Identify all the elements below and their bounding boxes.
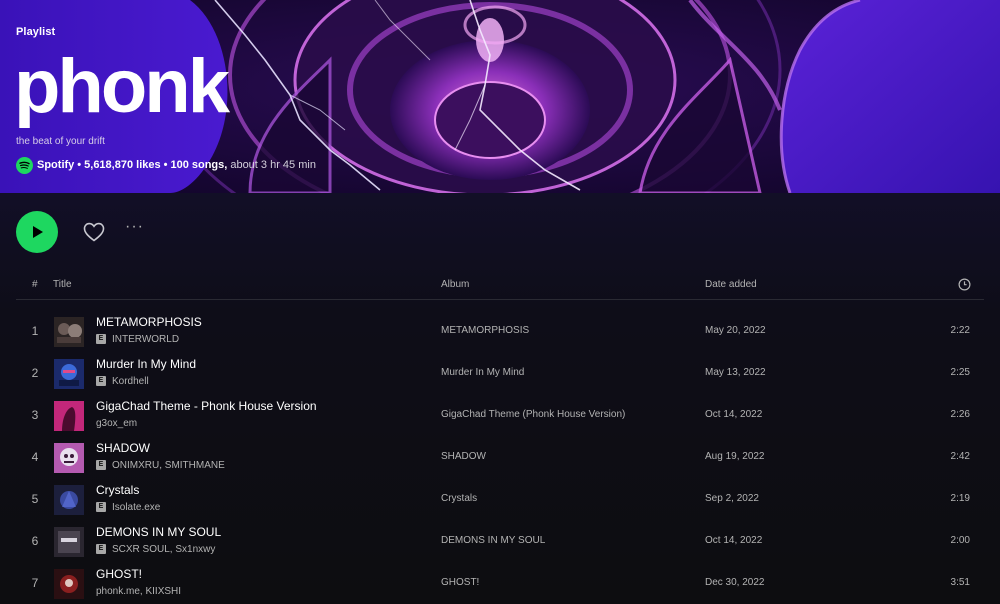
track-artist-line: phonk.me, KIIXSHI bbox=[96, 584, 181, 598]
track-number: 5 bbox=[31, 492, 39, 506]
track-duration: 2:42 bbox=[950, 451, 970, 462]
track-duration: 2:00 bbox=[950, 535, 970, 546]
playlist-duration: about 3 hr 45 min bbox=[230, 159, 316, 171]
track-cover-art bbox=[54, 401, 84, 431]
column-header-album[interactable]: Album bbox=[441, 279, 469, 290]
meta-separator: • bbox=[77, 159, 82, 171]
playlist-page: Playlist phonk the beat of your drift Sp… bbox=[0, 0, 1000, 604]
more-options-button[interactable]: ··· bbox=[125, 219, 147, 242]
tracklist-header: # Title Album Date added bbox=[16, 273, 984, 300]
track-album[interactable]: Crystals bbox=[441, 493, 477, 504]
track-row[interactable]: 4 SHADOW E ONIMXRU, SMITHMANE SHADOW Aug… bbox=[16, 437, 984, 479]
playlist-song-count: 100 songs, bbox=[170, 159, 228, 171]
track-album[interactable]: Murder In My Mind bbox=[441, 367, 524, 378]
track-title[interactable]: DEMONS IN MY SOUL bbox=[96, 525, 221, 539]
track-album[interactable]: GHOST! bbox=[441, 577, 479, 588]
track-row[interactable]: 1 METAMORPHOSIS E INTERWORLD METAMORPHOS… bbox=[16, 311, 984, 353]
track-row[interactable]: 7 GHOST! phonk.me, KIIXSHI GHOST! Dec 30… bbox=[16, 563, 984, 604]
track-date-added: May 20, 2022 bbox=[705, 325, 766, 336]
track-artist[interactable]: SCXR SOUL, Sx1nxwy bbox=[112, 544, 215, 555]
like-button[interactable] bbox=[82, 220, 106, 244]
playlist-likes: 5,618,870 likes bbox=[84, 159, 161, 171]
column-header-duration[interactable] bbox=[958, 278, 971, 294]
track-title[interactable]: METAMORPHOSIS bbox=[96, 315, 202, 329]
column-header-date-added[interactable]: Date added bbox=[705, 279, 757, 290]
track-row[interactable]: 5 Crystals E Isolate.exe Crystals Sep 2,… bbox=[16, 479, 984, 521]
explicit-badge: E bbox=[96, 544, 106, 554]
track-album[interactable]: SHADOW bbox=[441, 451, 486, 462]
track-date-added: Oct 14, 2022 bbox=[705, 535, 763, 546]
playlist-header: Playlist phonk the beat of your drift Sp… bbox=[0, 0, 1000, 193]
track-date-added: Dec 30, 2022 bbox=[705, 577, 765, 588]
track-artist[interactable]: INTERWORLD bbox=[112, 334, 179, 345]
playlist-meta: Spotify • 5,618,870 likes • 100 songs, a… bbox=[16, 156, 316, 174]
track-number: 3 bbox=[31, 408, 39, 422]
track-duration: 3:51 bbox=[950, 577, 970, 588]
clock-icon bbox=[958, 278, 971, 291]
track-number: 1 bbox=[31, 324, 39, 338]
explicit-badge: E bbox=[96, 376, 106, 386]
track-date-added: Aug 19, 2022 bbox=[705, 451, 765, 462]
track-cover-art bbox=[54, 359, 84, 389]
track-duration: 2:25 bbox=[950, 367, 970, 378]
track-title[interactable]: Murder In My Mind bbox=[96, 357, 196, 371]
track-artist-line: E SCXR SOUL, Sx1nxwy bbox=[96, 542, 215, 556]
track-artist-line: g3ox_em bbox=[96, 416, 137, 430]
explicit-badge: E bbox=[96, 334, 106, 344]
track-date-added: May 13, 2022 bbox=[705, 367, 766, 378]
column-header-number: # bbox=[32, 279, 38, 290]
track-artist-line: E ONIMXRU, SMITHMANE bbox=[96, 458, 225, 472]
heart-icon bbox=[83, 222, 105, 242]
explicit-badge: E bbox=[96, 460, 106, 470]
track-album[interactable]: GigaChad Theme (Phonk House Version) bbox=[441, 409, 625, 420]
spotify-logo-icon bbox=[16, 156, 33, 174]
track-cover-art bbox=[54, 569, 84, 599]
playlist-info: Playlist phonk the beat of your drift Sp… bbox=[14, 0, 436, 193]
playlist-owner-link[interactable]: Spotify bbox=[37, 159, 74, 171]
track-artist-line: E INTERWORLD bbox=[96, 332, 179, 346]
playlist-type-label: Playlist bbox=[16, 26, 56, 38]
track-title[interactable]: GHOST! bbox=[96, 567, 142, 581]
track-album[interactable]: DEMONS IN MY SOUL bbox=[441, 535, 545, 546]
track-number: 2 bbox=[31, 366, 39, 380]
track-cover-art bbox=[54, 443, 84, 473]
track-duration: 2:22 bbox=[950, 325, 970, 336]
track-artist[interactable]: Kordhell bbox=[112, 376, 149, 387]
playlist-description: the beat of your drift bbox=[16, 136, 105, 147]
track-number: 4 bbox=[31, 450, 39, 464]
track-artist[interactable]: g3ox_em bbox=[96, 418, 137, 429]
track-artist[interactable]: phonk.me, KIIXSHI bbox=[96, 586, 181, 597]
play-button[interactable] bbox=[16, 211, 58, 253]
explicit-badge: E bbox=[96, 502, 106, 512]
track-artist[interactable]: Isolate.exe bbox=[112, 502, 160, 513]
meta-separator: • bbox=[163, 159, 168, 171]
track-cover-art bbox=[54, 317, 84, 347]
track-row[interactable]: 6 DEMONS IN MY SOUL E SCXR SOUL, Sx1nxwy… bbox=[16, 521, 984, 563]
track-row[interactable]: 3 GigaChad Theme - Phonk House Version g… bbox=[16, 395, 984, 437]
track-artist-line: E Isolate.exe bbox=[96, 500, 160, 514]
track-number: 6 bbox=[31, 534, 39, 548]
track-title[interactable]: SHADOW bbox=[96, 441, 150, 455]
track-cover-art bbox=[54, 527, 84, 557]
track-title[interactable]: Crystals bbox=[96, 483, 139, 497]
track-cover-art bbox=[54, 485, 84, 515]
play-icon bbox=[33, 226, 43, 238]
playlist-title: phonk bbox=[14, 44, 230, 129]
track-number: 7 bbox=[31, 576, 39, 590]
track-row[interactable]: 2 Murder In My Mind E Kordhell Murder In… bbox=[16, 353, 984, 395]
track-artist-line: E Kordhell bbox=[96, 374, 149, 388]
track-duration: 2:26 bbox=[950, 409, 970, 420]
track-album[interactable]: METAMORPHOSIS bbox=[441, 325, 529, 336]
column-header-title[interactable]: Title bbox=[53, 279, 72, 290]
track-date-added: Sep 2, 2022 bbox=[705, 493, 759, 504]
track-duration: 2:19 bbox=[950, 493, 970, 504]
track-title[interactable]: GigaChad Theme - Phonk House Version bbox=[96, 399, 317, 413]
track-artist[interactable]: ONIMXRU, SMITHMANE bbox=[112, 460, 225, 471]
track-date-added: Oct 14, 2022 bbox=[705, 409, 763, 420]
